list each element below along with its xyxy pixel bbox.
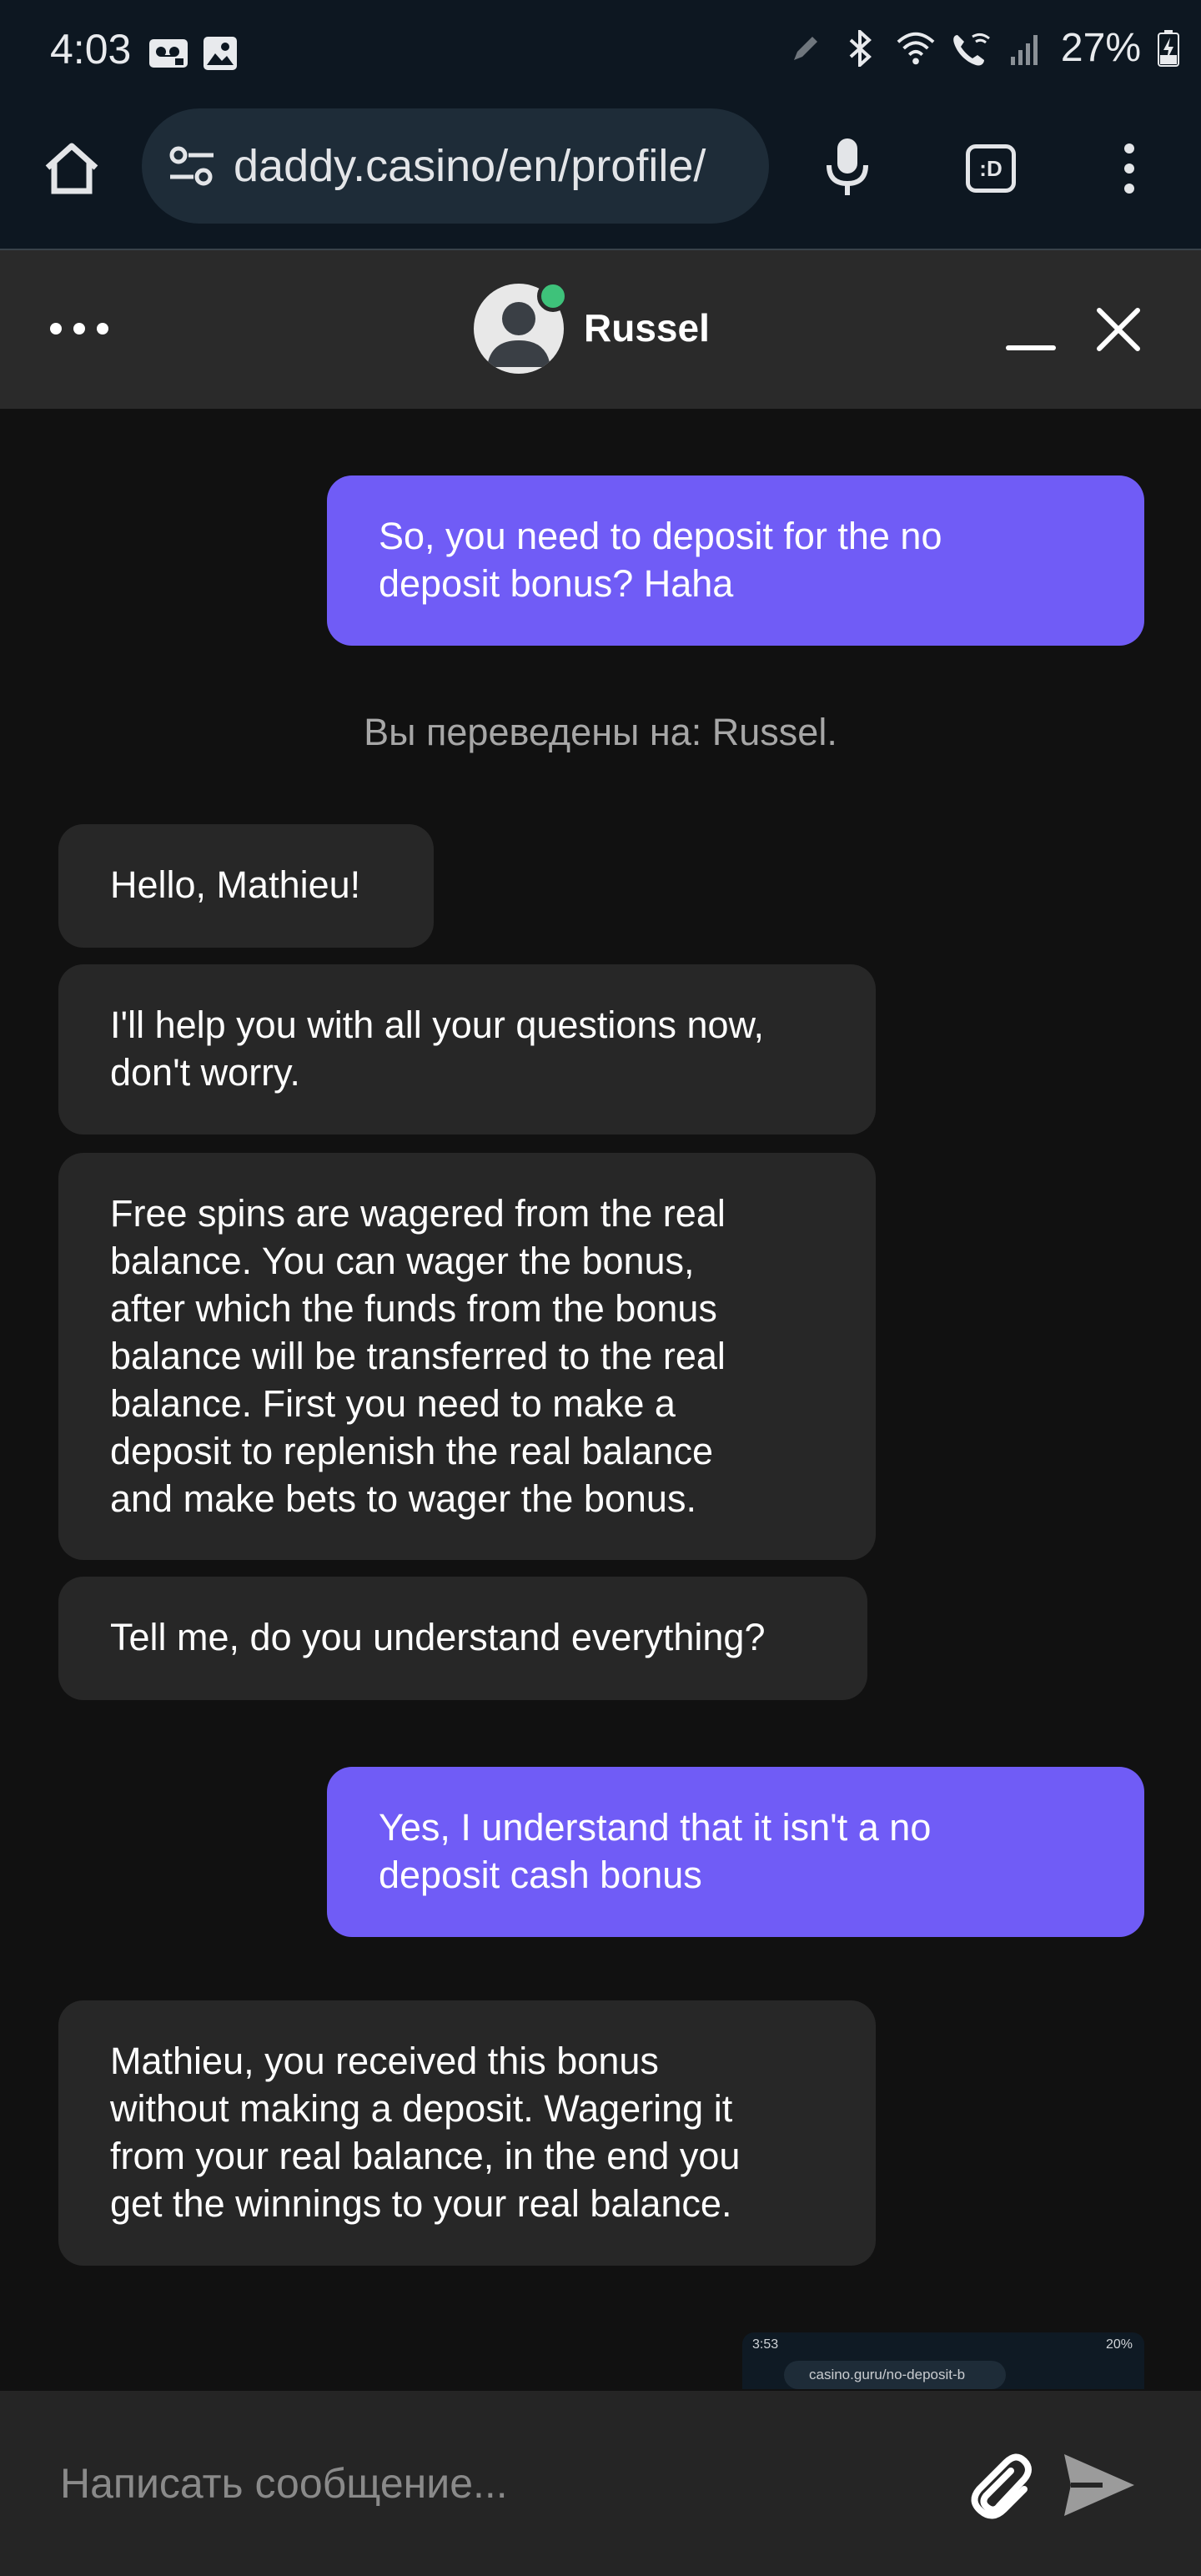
home-icon xyxy=(45,143,98,194)
agent-message: Mathieu, you received this bonus without… xyxy=(58,2000,876,2266)
agent-message: I'll help you with all your questions no… xyxy=(58,964,876,1135)
address-bar[interactable]: daddy.casino/en/profile/ xyxy=(142,108,769,224)
paperclip-icon xyxy=(971,2453,1032,2519)
agent-message: Tell me, do you understand everything? xyxy=(58,1577,867,1700)
user-message: Yes, I understand that it isn't a no dep… xyxy=(327,1767,1144,1937)
tab-switcher-icon: :D xyxy=(966,144,1016,193)
agent-name: Russel xyxy=(584,306,710,350)
tune-icon[interactable] xyxy=(165,139,219,193)
wifi-icon xyxy=(896,28,936,68)
home-button[interactable] xyxy=(38,135,105,202)
battery-charging-icon xyxy=(1156,28,1181,68)
pen-icon xyxy=(786,28,826,68)
system-message: Вы переведены на: Russel. xyxy=(364,711,837,753)
mic-button[interactable] xyxy=(811,130,884,204)
voicemail-icon xyxy=(148,33,188,73)
minimize-button[interactable] xyxy=(1006,320,1056,350)
battery-percentage: 27% xyxy=(1060,26,1141,70)
attachment-thumbnail[interactable]: 3:53 20% casino.guru/no-deposit-b xyxy=(742,2332,1144,2389)
more-vert-icon[interactable] xyxy=(1114,133,1144,204)
send-button[interactable] xyxy=(1059,2448,1139,2523)
agent-message: Hello, Mathieu! xyxy=(58,824,434,948)
close-button[interactable] xyxy=(1093,304,1144,355)
status-time: 4:03 xyxy=(50,26,132,73)
wifi-call-icon xyxy=(951,28,991,68)
status-bar: 4:03 27% xyxy=(0,0,1201,103)
mic-icon xyxy=(827,138,868,195)
image-icon xyxy=(200,33,240,73)
bluetooth-icon xyxy=(841,28,881,68)
message-input[interactable] xyxy=(58,2449,937,2518)
url-text: daddy.casino/en/profile/ xyxy=(234,141,706,191)
agent-message: Free spins are wagered from the real bal… xyxy=(58,1153,876,1560)
browser-toolbar: daddy.casino/en/profile/ :D xyxy=(0,103,1201,251)
send-icon xyxy=(1064,2454,1134,2516)
signal-icon xyxy=(1006,28,1046,68)
chat-header: Russel xyxy=(0,250,1201,409)
message-composer xyxy=(0,2391,1201,2576)
attach-button[interactable] xyxy=(959,2446,1039,2526)
close-icon xyxy=(1097,308,1140,351)
user-message: So, you need to deposit for the no depos… xyxy=(327,475,1144,646)
tab-switcher-button[interactable]: :D xyxy=(956,133,1026,204)
chat-messages: So, you need to deposit for the no depos… xyxy=(0,409,1201,2389)
online-status-icon xyxy=(537,280,569,312)
more-options-icon[interactable] xyxy=(50,319,108,339)
